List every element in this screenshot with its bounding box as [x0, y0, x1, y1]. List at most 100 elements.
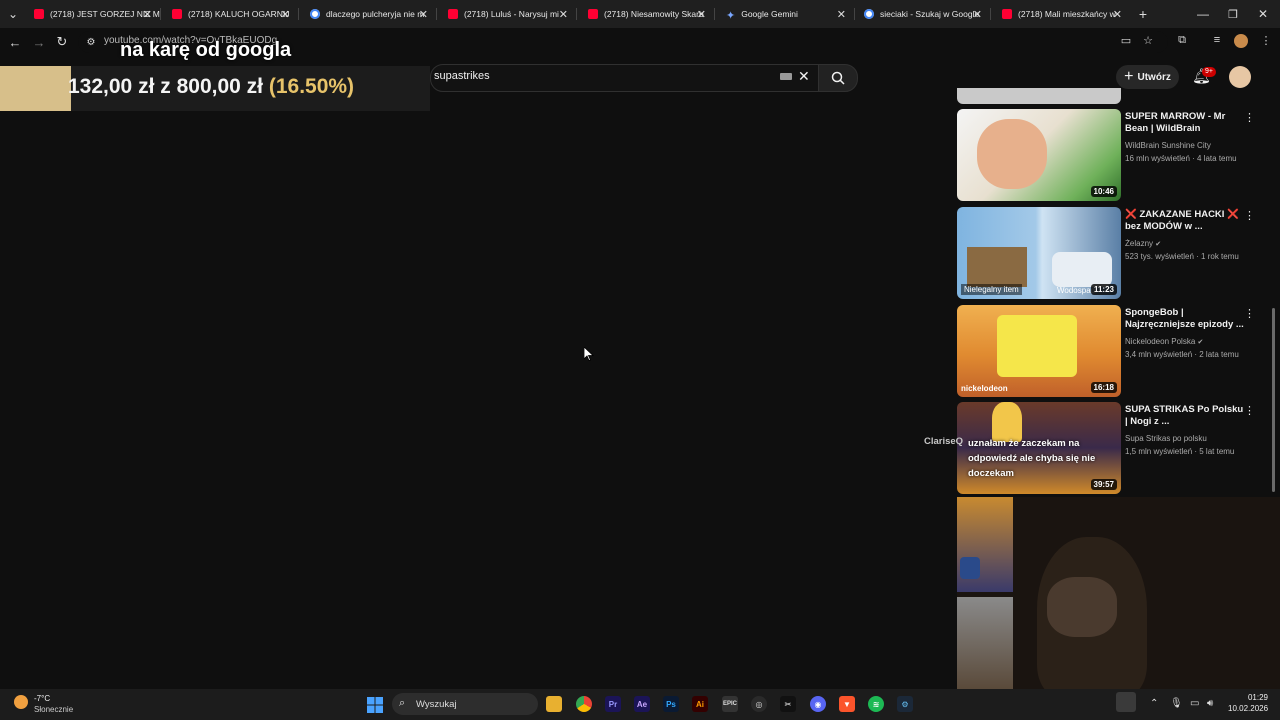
- preview-window-icon[interactable]: [1116, 692, 1136, 712]
- reload-icon[interactable]: ↻: [54, 34, 70, 50]
- reading-list-icon[interactable]: ≡: [1210, 33, 1224, 47]
- chrome-icon[interactable]: [576, 696, 592, 712]
- steam-icon[interactable]: ⚙: [897, 696, 913, 712]
- more-actions-icon[interactable]: ⋮: [1244, 111, 1255, 124]
- network-icon[interactable]: ▭: [1190, 698, 1199, 709]
- search-icon: ⌕: [399, 697, 406, 709]
- video-channel[interactable]: WildBrain Sunshine City: [1125, 141, 1211, 150]
- tab-close-icon[interactable]: ✕: [419, 8, 428, 21]
- tab-close-icon[interactable]: ✕: [837, 8, 846, 21]
- browser-menu-icon[interactable]: ⋮: [1259, 33, 1273, 47]
- browser-tab-3[interactable]: dlaczego pulcheryja nie m ✕: [298, 0, 436, 28]
- more-actions-icon[interactable]: ⋮: [1244, 307, 1255, 320]
- previous-thumbnail-fragment[interactable]: [957, 88, 1121, 104]
- create-button[interactable]: + Utwórz: [1116, 65, 1179, 89]
- goal-current: 132,00 zł: [68, 75, 155, 98]
- browser-tab-6[interactable]: ✦ Google Gemini ✕: [714, 0, 854, 28]
- back-icon[interactable]: ←: [7, 34, 23, 50]
- video-channel[interactable]: Supa Strikas po polsku: [1125, 434, 1207, 443]
- site-info-icon[interactable]: ⚙: [83, 34, 99, 50]
- google-favicon-icon: [310, 9, 320, 19]
- search-input[interactable]: supastrikes: [434, 70, 490, 82]
- video-meta: 3,4 mln wyświetleń · 2 lata temu: [1125, 350, 1239, 359]
- after-effects-icon[interactable]: Ae: [634, 696, 650, 712]
- account-avatar[interactable]: [1229, 66, 1251, 88]
- verified-icon: ✔: [1197, 339, 1204, 346]
- recommended-video[interactable]: nickelodeon 16:18 SpongeBob | Najzręczni…: [957, 305, 1277, 399]
- photoshop-icon[interactable]: Ps: [663, 696, 679, 712]
- tab-close-icon[interactable]: ✕: [559, 8, 568, 21]
- obs-icon[interactable]: ◎: [751, 696, 767, 712]
- browser-tab-bar: ⌄ (2718) JEST GORZEJ NIZ M ✕ (2718) KALU…: [0, 0, 1280, 28]
- browser-tab-1[interactable]: (2718) JEST GORZEJ NIZ M ✕: [22, 0, 160, 28]
- browser-tab-4[interactable]: (2718) Luluś - Narysuj mi ✕: [436, 0, 576, 28]
- webcam-feed: [957, 497, 1280, 690]
- weather-sun-icon[interactable]: [14, 695, 28, 709]
- clock-time: 01:29: [1247, 693, 1268, 702]
- clear-search-icon[interactable]: ✕: [798, 68, 810, 85]
- browser-tab-7[interactable]: sieciaki - Szukaj w Google ✕: [852, 0, 990, 28]
- video-title[interactable]: SUPA STRIKAS Po Polsku | Nogi z ...: [1125, 404, 1245, 428]
- more-actions-icon[interactable]: ⋮: [1244, 404, 1255, 417]
- file-explorer-icon[interactable]: [546, 696, 562, 712]
- epic-games-icon[interactable]: EPIC: [722, 696, 738, 712]
- taskbar-search[interactable]: [392, 693, 538, 715]
- browser-tab-5[interactable]: (2718) Niesamowity Skarb ✕: [576, 0, 714, 28]
- taskbar-search-label[interactable]: Wyszukaj: [416, 699, 457, 710]
- spotify-icon[interactable]: ≋: [868, 696, 884, 712]
- tab-close-icon[interactable]: ✕: [281, 8, 290, 21]
- brave-icon[interactable]: ▼: [839, 696, 855, 712]
- new-tab-icon[interactable]: +: [1134, 0, 1152, 28]
- youtube-favicon-icon: [34, 9, 44, 19]
- minimize-icon[interactable]: —: [1190, 0, 1216, 28]
- video-thumbnail[interactable]: nickelodeon 16:18: [957, 305, 1121, 397]
- video-thumbnail[interactable]: Nielegalny item Wodospad 11:23: [957, 207, 1121, 299]
- goal-separator: z: [160, 75, 171, 98]
- plus-icon: +: [1124, 68, 1134, 85]
- tab-close-icon[interactable]: ✕: [973, 8, 982, 21]
- recommended-video[interactable]: Nielegalny item Wodospad 11:23 ❌ ZAKAZAN…: [957, 207, 1277, 301]
- restore-icon[interactable]: ❐: [1220, 0, 1246, 28]
- forward-icon[interactable]: →: [31, 34, 47, 50]
- volume-icon[interactable]: 🔊︎: [1207, 698, 1213, 709]
- create-label: Utwórz: [1137, 71, 1171, 83]
- video-title[interactable]: SUPER MARROW - Mr Bean | WildBrain: [1125, 111, 1245, 135]
- extensions-icon[interactable]: ⧉: [1175, 33, 1189, 47]
- tab-close-icon[interactable]: ✕: [697, 8, 706, 21]
- weather-condition[interactable]: Słonecznie: [34, 705, 73, 714]
- more-actions-icon[interactable]: ⋮: [1244, 209, 1255, 222]
- bookmark-star-icon[interactable]: ☆: [1141, 33, 1155, 47]
- taskbar-clock[interactable]: 01:29 10.02.2026: [1228, 692, 1268, 714]
- verified-icon: ✔: [1155, 241, 1162, 248]
- microphone-icon[interactable]: 🎙︎: [1170, 698, 1183, 709]
- windows-start-icon[interactable]: [367, 697, 383, 713]
- youtube-favicon-icon: [1002, 9, 1012, 19]
- keyboard-icon[interactable]: [780, 73, 792, 80]
- search-button[interactable]: [818, 64, 858, 92]
- video-title[interactable]: ❌ ZAKAZANE HACKI ❌ bez MODÓW w ...: [1125, 209, 1245, 233]
- youtube-favicon-icon: [588, 9, 598, 19]
- video-thumbnail[interactable]: 10:46: [957, 109, 1121, 201]
- premiere-pro-icon[interactable]: Pr: [605, 696, 621, 712]
- browser-tab-8[interactable]: (2718) Mali mieszkańcy w ✕: [990, 0, 1130, 28]
- tab-search-chevron-icon[interactable]: ⌄: [4, 0, 22, 28]
- tab-close-icon[interactable]: ✕: [1113, 8, 1122, 21]
- tab-close-icon[interactable]: ✕: [143, 8, 152, 21]
- profile-avatar[interactable]: [1234, 34, 1248, 48]
- browser-tab-2[interactable]: (2718) KALUCH OGARNIJ ✕: [160, 0, 298, 28]
- cast-icon[interactable]: ▭: [1119, 33, 1133, 47]
- goal-caption: na karę od googla: [120, 39, 292, 61]
- tray-chevron-icon[interactable]: ⌃: [1150, 698, 1158, 709]
- discord-icon[interactable]: ◉: [810, 696, 826, 712]
- video-channel[interactable]: Żelazny ✔: [1125, 239, 1161, 248]
- weather-temp[interactable]: -7°C: [34, 694, 50, 703]
- video-channel[interactable]: Nickelodeon Polska ✔: [1125, 337, 1203, 346]
- gemini-sparkle-icon: ✦: [726, 10, 736, 22]
- video-title[interactable]: SpongeBob | Najzręczniejsze epizody ...: [1125, 307, 1245, 331]
- capcut-icon[interactable]: ✂: [780, 696, 796, 712]
- thumbnail-label: Wodospad: [1057, 286, 1096, 295]
- recommended-video[interactable]: 10:46 SUPER MARROW - Mr Bean | WildBrain…: [957, 109, 1277, 203]
- illustrator-icon[interactable]: Ai: [692, 696, 708, 712]
- sidebar-scrollbar[interactable]: [1272, 308, 1275, 492]
- close-window-icon[interactable]: ✕: [1250, 0, 1276, 28]
